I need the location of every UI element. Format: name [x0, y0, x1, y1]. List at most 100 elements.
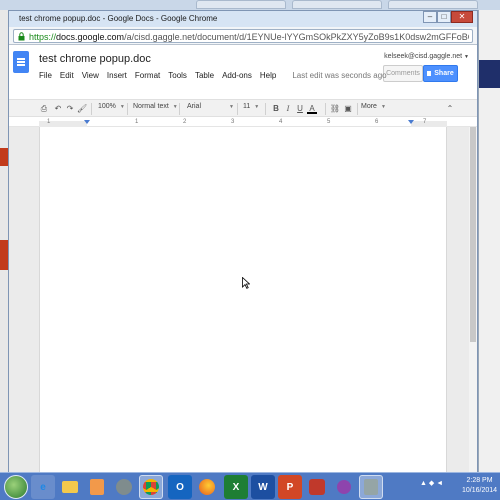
clock[interactable]: 2:28 PM 10/16/2014	[462, 476, 497, 496]
ruler-number: 4	[279, 119, 283, 125]
menu-view[interactable]: View	[82, 71, 99, 80]
screen-recorder-icon[interactable]	[305, 475, 329, 499]
chevron-down-icon: ▼	[380, 104, 386, 110]
google-docs-app: test chrome popup.doc kelseek@cisd.gaggl…	[9, 45, 477, 472]
collapse-icon[interactable]: ⌃	[445, 104, 455, 114]
url-text: https://docs.google.com/a/cisd.gaggle.ne…	[29, 32, 469, 42]
background-tab[interactable]	[388, 0, 478, 9]
redo-icon[interactable]: ↷	[65, 104, 75, 114]
user-account[interactable]: kelseek@cisd.gaggle.net ▼	[384, 53, 469, 60]
font-size-select[interactable]: 11 ▼	[243, 103, 259, 110]
more-label: More	[361, 103, 377, 110]
app3-icon[interactable]	[359, 475, 383, 499]
excel-icon[interactable]: X	[224, 475, 248, 499]
formatting-toolbar: ⎙ ↶ ↷ 🖌 100% ▼ Normal text ▼ Arial ▼ 11 ▼ B …	[9, 99, 477, 117]
app-icon[interactable]	[112, 475, 136, 499]
paint-format-icon[interactable]: 🖌	[77, 104, 87, 114]
mouse-pointer-icon	[242, 277, 250, 289]
lock-icon	[427, 71, 432, 76]
document-page[interactable]	[39, 127, 447, 472]
menu-edit[interactable]: Edit	[60, 71, 74, 80]
menu-insert[interactable]: Insert	[107, 71, 127, 80]
ie-icon[interactable]: e	[31, 475, 55, 499]
link-icon[interactable]: ⛓	[329, 104, 341, 114]
scroll-thumb[interactable]	[470, 127, 476, 342]
menu-tools[interactable]: Tools	[168, 71, 187, 80]
media-player-icon[interactable]	[85, 475, 109, 499]
start-button[interactable]	[4, 475, 28, 499]
background-tab-strip	[0, 0, 500, 10]
left-indent-marker[interactable]	[84, 120, 90, 124]
powerpoint-icon[interactable]: P	[278, 475, 302, 499]
maximize-button[interactable]: □	[437, 11, 451, 23]
url-host: docs.google.com	[56, 32, 125, 42]
zoom-value: 100%	[98, 103, 116, 110]
italic-button[interactable]: I	[283, 104, 293, 114]
font-value: Arial	[187, 103, 202, 110]
vertical-scrollbar[interactable]	[469, 127, 477, 472]
share-button[interactable]: Share	[423, 65, 458, 82]
document-canvas	[9, 127, 477, 472]
title-bar: test chrome popup.doc - Google Docs - Go…	[9, 11, 477, 27]
print-icon[interactable]: ⎙	[39, 104, 49, 114]
minimize-button[interactable]: –	[423, 11, 437, 23]
ruler-number: 3	[231, 119, 235, 125]
chrome-icon[interactable]	[139, 475, 163, 499]
menu-bar: File Edit View Insert Format Tools Table…	[39, 71, 387, 80]
style-value: Normal text	[133, 103, 169, 110]
underline-button[interactable]: U	[295, 104, 305, 114]
ruler-number: 5	[327, 119, 331, 125]
url-scheme: https://	[29, 32, 57, 42]
ruler-track: 1 1 2 3 4 5 6 7	[39, 119, 447, 127]
user-email: kelseek@cisd.gaggle.net	[384, 53, 463, 60]
comments-button[interactable]: Comments	[383, 65, 423, 82]
bold-button[interactable]: B	[271, 104, 281, 114]
chevron-down-icon: ▼	[254, 104, 260, 110]
comment-icon[interactable]: ▣	[343, 104, 353, 114]
window-controls: – □ ✕	[423, 11, 473, 23]
windows-taskbar: e O X W P ▲ ◆ ◄ 2:28 PM 10/16/2014	[0, 472, 500, 500]
menu-addons[interactable]: Add-ons	[222, 71, 252, 80]
menu-table[interactable]: Table	[195, 71, 214, 80]
explorer-icon[interactable]	[58, 475, 82, 499]
menu-file[interactable]: File	[39, 71, 52, 80]
chevron-down-icon: ▼	[229, 104, 234, 110]
word-icon[interactable]: W	[251, 475, 275, 499]
url-field[interactable]: https://docs.google.com/a/cisd.gaggle.ne…	[13, 29, 473, 43]
right-indent-marker[interactable]	[408, 120, 414, 124]
ruler-number: 1	[135, 119, 139, 125]
font-select[interactable]: Arial ▼	[187, 103, 234, 110]
zoom-select[interactable]: 100% ▼	[98, 103, 125, 110]
menu-format[interactable]: Format	[135, 71, 160, 80]
address-bar: https://docs.google.com/a/cisd.gaggle.ne…	[9, 27, 477, 45]
undo-icon[interactable]: ↶	[53, 104, 63, 114]
ruler-number: 2	[183, 119, 187, 125]
ruler-number: 6	[375, 119, 379, 125]
document-title[interactable]: test chrome popup.doc	[39, 53, 151, 65]
url-path: /a/cisd.gaggle.net/document/d/1EYNUe-lYY…	[124, 32, 469, 42]
background-window-left	[0, 10, 8, 472]
app2-icon[interactable]	[332, 475, 356, 499]
last-edit-status[interactable]: Last edit was seconds ago	[292, 71, 386, 80]
docs-logo-icon[interactable]	[13, 51, 29, 73]
background-tab[interactable]	[196, 0, 286, 9]
ruler-number: 1	[47, 119, 51, 125]
outlook-icon[interactable]: O	[168, 475, 192, 499]
close-button[interactable]: ✕	[451, 11, 473, 23]
lock-icon	[18, 32, 25, 41]
system-tray[interactable]: ▲ ◆ ◄	[420, 479, 443, 487]
background-window-right	[478, 10, 500, 472]
clock-date: 10/16/2014	[462, 487, 498, 494]
window-title: test chrome popup.doc - Google Docs - Go…	[19, 14, 218, 23]
menu-help[interactable]: Help	[260, 71, 276, 80]
more-button[interactable]: More ▼	[361, 103, 386, 110]
chevron-down-icon: ▼	[172, 104, 178, 110]
style-select[interactable]: Normal text ▼	[133, 103, 178, 110]
ruler: 1 1 2 3 4 5 6 7	[9, 117, 477, 127]
clock-time: 2:28 PM	[466, 477, 493, 484]
firefox-icon[interactable]	[195, 475, 219, 499]
chrome-window: test chrome popup.doc - Google Docs - Go…	[8, 10, 478, 472]
text-color-button[interactable]: A	[307, 104, 317, 114]
chevron-down-icon: ▼	[119, 104, 125, 110]
background-tab[interactable]	[292, 0, 382, 9]
